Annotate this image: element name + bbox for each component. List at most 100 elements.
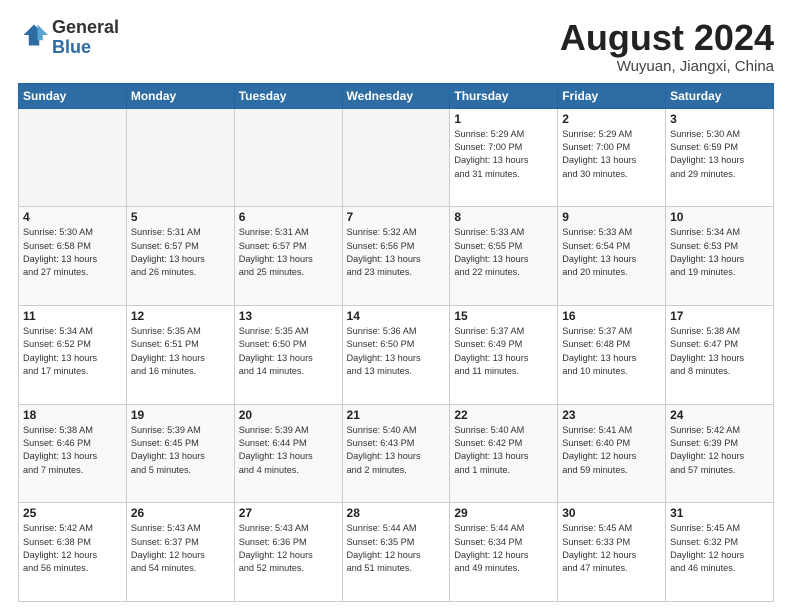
day-number-8: 8 — [454, 210, 553, 224]
day-cell-31: 31Sunrise: 5:45 AM Sunset: 6:32 PM Dayli… — [666, 503, 774, 602]
day-cell-6: 6Sunrise: 5:31 AM Sunset: 6:57 PM Daylig… — [234, 207, 342, 306]
day-cell-10: 10 Sunrise: 5:34 AM Sunset: 6:53 PM Dayli… — [666, 207, 774, 306]
day-cell-7: 7 Sunrise: 5:32 AM Sunset: 6:56 PM Daylig… — [342, 207, 450, 306]
day-info-23: Sunrise: 5:41 AM Sunset: 6:40 PM Dayligh… — [562, 424, 661, 477]
day-info-9: Sunrise: 5:33 AM Sunset: 6:54 PM Dayligh… — [562, 226, 661, 279]
day-info-18: Sunrise: 5:38 AM Sunset: 6:46 PM Dayligh… — [23, 424, 122, 477]
day-cell-22: 22Sunrise: 5:40 AM Sunset: 6:42 PM Dayli… — [450, 404, 558, 503]
day-info-29: Sunrise: 5:44 AM Sunset: 6:34 PM Dayligh… — [454, 522, 553, 575]
day-number-6: 6 — [239, 210, 338, 224]
day-cell-9: 9 Sunrise: 5:33 AM Sunset: 6:54 PM Daylig… — [558, 207, 666, 306]
day-info-7: Sunrise: 5:32 AM Sunset: 6:56 PM Dayligh… — [347, 226, 446, 279]
day-info-11: Sunrise: 5:34 AM Sunset: 6:52 PM Dayligh… — [23, 325, 122, 378]
calendar-table: SundayMondayTuesdayWednesdayThursdayFrid… — [18, 83, 774, 602]
day-number-28: 28 — [347, 506, 446, 520]
day-info-30: Sunrise: 5:45 AM Sunset: 6:33 PM Dayligh… — [562, 522, 661, 575]
day-number-7: 7 — [347, 210, 446, 224]
day-cell-25: 25Sunrise: 5:42 AM Sunset: 6:38 PM Dayli… — [19, 503, 127, 602]
day-cell-14: 14 Sunrise: 5:36 AM Sunset: 6:50 PM Dayli… — [342, 305, 450, 404]
day-info-17: Sunrise: 5:38 AM Sunset: 6:47 PM Dayligh… — [670, 325, 769, 378]
day-number-29: 29 — [454, 506, 553, 520]
week-row-1: 1 Sunrise: 5:29 AM Sunset: 7:00 PM Daylig… — [19, 108, 774, 207]
title-block: August 2024 Wuyuan, Jiangxi, China — [560, 18, 774, 75]
day-cell-5: 5 Sunrise: 5:31 AM Sunset: 6:57 PM Daylig… — [126, 207, 234, 306]
day-cell-21: 21 Sunrise: 5:40 AM Sunset: 6:43 PM Dayli… — [342, 404, 450, 503]
day-info-5: Sunrise: 5:31 AM Sunset: 6:57 PM Dayligh… — [131, 226, 230, 279]
header: General Blue August 2024 Wuyuan, Jiangxi… — [18, 18, 774, 75]
week-row-4: 18 Sunrise: 5:38 AM Sunset: 6:46 PM Dayli… — [19, 404, 774, 503]
week-row-5: 25Sunrise: 5:42 AM Sunset: 6:38 PM Dayli… — [19, 503, 774, 602]
day-cell-12: 12 Sunrise: 5:35 AM Sunset: 6:51 PM Dayli… — [126, 305, 234, 404]
day-info-12: Sunrise: 5:35 AM Sunset: 6:51 PM Dayligh… — [131, 325, 230, 378]
weekday-friday: Friday — [558, 83, 666, 108]
empty-cell — [234, 108, 342, 207]
day-cell-19: 19 Sunrise: 5:39 AM Sunset: 6:45 PM Dayli… — [126, 404, 234, 503]
day-cell-23: 23 Sunrise: 5:41 AM Sunset: 6:40 PM Dayli… — [558, 404, 666, 503]
day-cell-28: 28 Sunrise: 5:44 AM Sunset: 6:35 PM Dayli… — [342, 503, 450, 602]
day-number-5: 5 — [131, 210, 230, 224]
day-number-1: 1 — [454, 112, 553, 126]
day-cell-16: 16Sunrise: 5:37 AM Sunset: 6:48 PM Dayli… — [558, 305, 666, 404]
day-cell-2: 2Sunrise: 5:29 AM Sunset: 7:00 PM Daylig… — [558, 108, 666, 207]
day-info-10: Sunrise: 5:34 AM Sunset: 6:53 PM Dayligh… — [670, 226, 769, 279]
weekday-header-row: SundayMondayTuesdayWednesdayThursdayFrid… — [19, 83, 774, 108]
day-number-12: 12 — [131, 309, 230, 323]
day-info-20: Sunrise: 5:39 AM Sunset: 6:44 PM Dayligh… — [239, 424, 338, 477]
logo-general-text: General — [52, 17, 119, 37]
logo: General Blue — [18, 18, 119, 58]
day-info-27: Sunrise: 5:43 AM Sunset: 6:36 PM Dayligh… — [239, 522, 338, 575]
day-info-3: Sunrise: 5:30 AM Sunset: 6:59 PM Dayligh… — [670, 128, 769, 181]
day-info-19: Sunrise: 5:39 AM Sunset: 6:45 PM Dayligh… — [131, 424, 230, 477]
day-number-22: 22 — [454, 408, 553, 422]
empty-cell — [342, 108, 450, 207]
day-info-28: Sunrise: 5:44 AM Sunset: 6:35 PM Dayligh… — [347, 522, 446, 575]
day-number-14: 14 — [347, 309, 446, 323]
day-number-10: 10 — [670, 210, 769, 224]
page: General Blue August 2024 Wuyuan, Jiangxi… — [0, 0, 792, 612]
logo-icon — [20, 21, 48, 49]
day-cell-30: 30 Sunrise: 5:45 AM Sunset: 6:33 PM Dayli… — [558, 503, 666, 602]
day-number-4: 4 — [23, 210, 122, 224]
day-number-19: 19 — [131, 408, 230, 422]
day-number-25: 25 — [23, 506, 122, 520]
day-number-23: 23 — [562, 408, 661, 422]
day-number-11: 11 — [23, 309, 122, 323]
day-cell-15: 15Sunrise: 5:37 AM Sunset: 6:49 PM Dayli… — [450, 305, 558, 404]
day-cell-26: 26Sunrise: 5:43 AM Sunset: 6:37 PM Dayli… — [126, 503, 234, 602]
day-info-16: Sunrise: 5:37 AM Sunset: 6:48 PM Dayligh… — [562, 325, 661, 378]
day-number-30: 30 — [562, 506, 661, 520]
day-cell-3: 3Sunrise: 5:30 AM Sunset: 6:59 PM Daylig… — [666, 108, 774, 207]
day-cell-18: 18 Sunrise: 5:38 AM Sunset: 6:46 PM Dayli… — [19, 404, 127, 503]
weekday-thursday: Thursday — [450, 83, 558, 108]
day-cell-24: 24 Sunrise: 5:42 AM Sunset: 6:39 PM Dayli… — [666, 404, 774, 503]
day-number-21: 21 — [347, 408, 446, 422]
day-cell-29: 29 Sunrise: 5:44 AM Sunset: 6:34 PM Dayli… — [450, 503, 558, 602]
day-info-24: Sunrise: 5:42 AM Sunset: 6:39 PM Dayligh… — [670, 424, 769, 477]
day-info-8: Sunrise: 5:33 AM Sunset: 6:55 PM Dayligh… — [454, 226, 553, 279]
weekday-monday: Monday — [126, 83, 234, 108]
day-number-18: 18 — [23, 408, 122, 422]
day-info-31: Sunrise: 5:45 AM Sunset: 6:32 PM Dayligh… — [670, 522, 769, 575]
day-number-26: 26 — [131, 506, 230, 520]
day-info-4: Sunrise: 5:30 AM Sunset: 6:58 PM Dayligh… — [23, 226, 122, 279]
day-info-14: Sunrise: 5:36 AM Sunset: 6:50 PM Dayligh… — [347, 325, 446, 378]
empty-cell — [19, 108, 127, 207]
title-location: Wuyuan, Jiangxi, China — [560, 58, 774, 75]
day-info-21: Sunrise: 5:40 AM Sunset: 6:43 PM Dayligh… — [347, 424, 446, 477]
day-cell-13: 13 Sunrise: 5:35 AM Sunset: 6:50 PM Dayli… — [234, 305, 342, 404]
day-cell-8: 8 Sunrise: 5:33 AM Sunset: 6:55 PM Daylig… — [450, 207, 558, 306]
day-cell-1: 1 Sunrise: 5:29 AM Sunset: 7:00 PM Daylig… — [450, 108, 558, 207]
day-cell-4: 4 Sunrise: 5:30 AM Sunset: 6:58 PM Daylig… — [19, 207, 127, 306]
week-row-2: 4 Sunrise: 5:30 AM Sunset: 6:58 PM Daylig… — [19, 207, 774, 306]
weekday-saturday: Saturday — [666, 83, 774, 108]
day-number-20: 20 — [239, 408, 338, 422]
day-number-13: 13 — [239, 309, 338, 323]
day-info-13: Sunrise: 5:35 AM Sunset: 6:50 PM Dayligh… — [239, 325, 338, 378]
day-cell-11: 11 Sunrise: 5:34 AM Sunset: 6:52 PM Dayli… — [19, 305, 127, 404]
day-info-15: Sunrise: 5:37 AM Sunset: 6:49 PM Dayligh… — [454, 325, 553, 378]
day-number-24: 24 — [670, 408, 769, 422]
day-number-9: 9 — [562, 210, 661, 224]
empty-cell — [126, 108, 234, 207]
day-info-1: Sunrise: 5:29 AM Sunset: 7:00 PM Dayligh… — [454, 128, 553, 181]
day-cell-27: 27Sunrise: 5:43 AM Sunset: 6:36 PM Dayli… — [234, 503, 342, 602]
